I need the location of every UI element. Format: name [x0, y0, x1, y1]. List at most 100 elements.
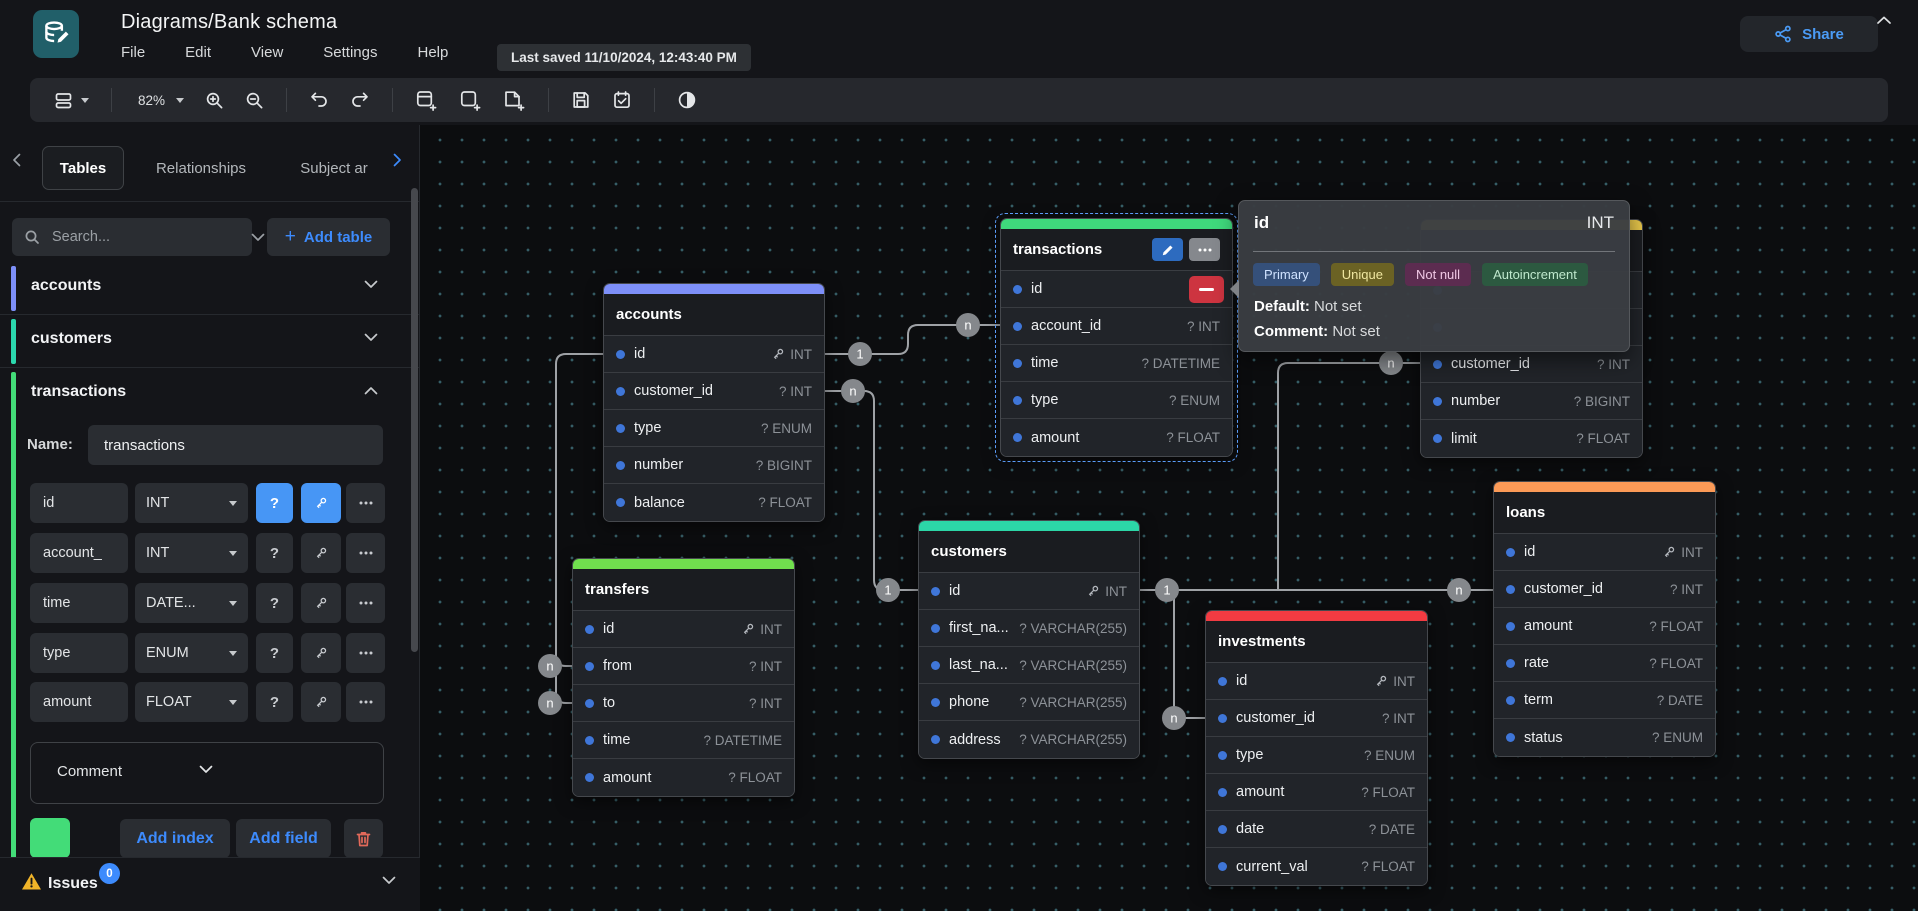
transactions-table[interactable]: transactionsidaccount_id? INTtime? DATET… — [1000, 218, 1233, 457]
edit-table-button[interactable] — [1152, 238, 1183, 261]
nullable-toggle[interactable]: ? — [256, 682, 293, 722]
table-field-row[interactable]: number? BIGINT — [604, 447, 824, 484]
table-options-button[interactable] — [1189, 238, 1220, 261]
table-field-row[interactable]: number? BIGINT — [1421, 383, 1642, 420]
table-name-field[interactable] — [88, 425, 383, 465]
field-name-box[interactable]: amount — [30, 682, 128, 722]
sidebar-scrollbar[interactable] — [411, 188, 418, 652]
table-field-row[interactable]: rate? FLOAT — [1494, 645, 1715, 682]
tab-subject-ar[interactable]: Subject ar — [282, 146, 386, 190]
table-field-row[interactable]: date? DATE — [1206, 811, 1427, 848]
nullable-toggle[interactable]: ? — [256, 583, 293, 623]
table-field-row[interactable]: idINT — [919, 573, 1139, 610]
table-field-row[interactable]: time? DATETIME — [573, 722, 794, 759]
table-field-row[interactable]: idINT — [604, 336, 824, 373]
app-logo[interactable] — [33, 10, 79, 58]
table-field-row[interactable]: first_na...? VARCHAR(255) — [919, 610, 1139, 647]
table-field-row[interactable]: amount? FLOAT — [1494, 608, 1715, 645]
primary-key-toggle[interactable] — [301, 633, 341, 673]
theme-button[interactable] — [670, 85, 704, 115]
field-type-select[interactable]: DATE... — [135, 583, 248, 623]
field-options-button[interactable] — [346, 483, 385, 523]
table-field-row[interactable]: from? INT — [573, 648, 794, 685]
table-field-row[interactable]: limit? FLOAT — [1421, 420, 1642, 457]
table-field-row[interactable]: amount? FLOAT — [573, 759, 794, 796]
nullable-toggle[interactable]: ? — [256, 633, 293, 673]
field-options-button[interactable] — [346, 533, 385, 573]
table-field-row[interactable]: customer_id? INT — [1494, 571, 1715, 608]
table-field-row[interactable]: status? ENUM — [1494, 719, 1715, 756]
transfers-table[interactable]: transfersidINTfrom? INTto? INTtime? DATE… — [572, 558, 795, 797]
add-note-button[interactable] — [496, 84, 533, 116]
zoom-out-button[interactable] — [238, 86, 271, 115]
chevron-down-icon[interactable] — [251, 233, 265, 242]
field-type-select[interactable]: INT — [135, 483, 248, 523]
menu-view[interactable]: View — [251, 44, 283, 61]
field-type-select[interactable]: INT — [135, 533, 248, 573]
table-search[interactable] — [12, 218, 252, 256]
add-field-button[interactable]: Add field — [236, 819, 331, 858]
add-table-button[interactable] — [408, 84, 445, 116]
table-field-row[interactable]: customer_id? INT — [604, 373, 824, 410]
table-field-row[interactable]: type? ENUM — [604, 410, 824, 447]
table-field-row[interactable]: amount? FLOAT — [1206, 774, 1427, 811]
add-area-button[interactable] — [452, 84, 489, 116]
issues-bar[interactable]: Issues 0 — [0, 857, 420, 911]
table-field-row[interactable]: current_val? FLOAT — [1206, 848, 1427, 885]
field-options-button[interactable] — [346, 682, 385, 722]
table-field-row[interactable]: customer_id? INT — [1206, 700, 1427, 737]
comment-collapsible[interactable]: Comment — [30, 742, 384, 804]
tab-relationships[interactable]: Relationships — [145, 146, 257, 190]
field-name-box[interactable]: time — [30, 583, 128, 623]
accounts-table[interactable]: accountsidINTcustomer_id? INTtype? ENUMn… — [603, 283, 825, 522]
nullable-toggle[interactable]: ? — [256, 483, 293, 523]
table-field-row[interactable]: id — [1001, 271, 1232, 308]
delete-field-button[interactable] — [1189, 276, 1224, 303]
field-options-button[interactable] — [346, 583, 385, 623]
primary-key-toggle[interactable] — [301, 583, 341, 623]
table-name-input[interactable] — [102, 436, 369, 455]
table-field-row[interactable]: amount? FLOAT — [1001, 419, 1232, 456]
field-options-button[interactable] — [346, 633, 385, 673]
relationship-line[interactable] — [1278, 363, 1420, 590]
table-field-row[interactable]: to? INT — [573, 685, 794, 722]
table-field-row[interactable]: balance? FLOAT — [604, 484, 824, 521]
customers-table[interactable]: customersidINTfirst_na...? VARCHAR(255)l… — [918, 520, 1140, 759]
table-field-row[interactable]: type? ENUM — [1001, 382, 1232, 419]
todo-button[interactable] — [605, 85, 639, 115]
table-field-row[interactable]: type? ENUM — [1206, 737, 1427, 774]
primary-key-toggle[interactable] — [301, 682, 341, 722]
field-name-box[interactable]: account_ — [30, 533, 128, 573]
delete-table-button[interactable] — [344, 819, 383, 858]
zoom-in-button[interactable] — [198, 86, 231, 115]
table-field-row[interactable]: phone? VARCHAR(255) — [919, 684, 1139, 721]
save-button[interactable] — [564, 85, 598, 115]
diagram-canvas[interactable]: 1nn11nnnnn accountsidINTcustomer_id? INT… — [420, 125, 1918, 911]
relationship-line[interactable] — [825, 391, 918, 590]
menu-help[interactable]: Help — [417, 44, 448, 61]
sidebar-item-accounts[interactable]: accounts — [0, 262, 420, 315]
table-field-row[interactable]: last_na...? VARCHAR(255) — [919, 647, 1139, 684]
primary-key-toggle[interactable] — [301, 483, 341, 523]
menu-edit[interactable]: Edit — [185, 44, 211, 61]
toolbar-collapse-button[interactable] — [1876, 12, 1892, 30]
layout-button[interactable] — [46, 85, 96, 116]
redo-button[interactable] — [343, 85, 377, 115]
tab-tables[interactable]: Tables — [42, 146, 124, 190]
table-field-row[interactable]: idINT — [1206, 663, 1427, 700]
table-field-row[interactable]: address? VARCHAR(255) — [919, 721, 1139, 758]
sidebar-item-customers[interactable]: customers — [0, 315, 420, 368]
relationship-line[interactable] — [1174, 590, 1205, 718]
add-index-button[interactable]: Add index — [120, 819, 230, 858]
field-name-box[interactable]: id — [30, 483, 128, 523]
tabs-scroll-right-icon[interactable] — [393, 153, 402, 167]
undo-button[interactable] — [302, 85, 336, 115]
menu-file[interactable]: File — [121, 44, 145, 61]
nullable-toggle[interactable]: ? — [256, 533, 293, 573]
table-color-swatch[interactable] — [30, 818, 70, 858]
table-field-row[interactable]: account_id? INT — [1001, 308, 1232, 345]
field-name-box[interactable]: type — [30, 633, 128, 673]
table-field-row[interactable]: idINT — [573, 611, 794, 648]
tabs-scroll-left-icon[interactable] — [12, 153, 21, 167]
table-field-row[interactable]: idINT — [1494, 534, 1715, 571]
